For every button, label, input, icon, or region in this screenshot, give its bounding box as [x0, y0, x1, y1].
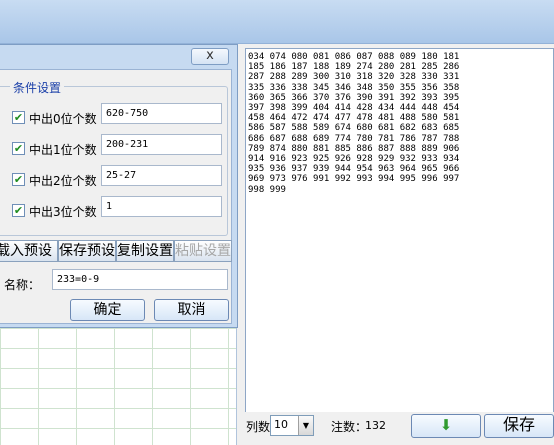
bottom-bar: 列数 10 ▼ 注数： 132 ⬇ 保存: [240, 412, 554, 445]
load-preset-button[interactable]: 载入预设: [0, 240, 58, 262]
condition-3-label: 中出3位个数: [29, 205, 97, 219]
condition-dialog: x 条件设置 ✔ 中出0位个数 620-750 ✔ 中出1位个数 200-231…: [0, 44, 238, 328]
condition-1-checkbox[interactable]: ✔: [12, 142, 25, 155]
name-label: 名称：: [4, 278, 41, 292]
ok-button[interactable]: 确定: [70, 299, 145, 321]
name-input[interactable]: 233=0-9: [52, 269, 228, 290]
download-button[interactable]: ⬇: [411, 414, 481, 438]
columns-select[interactable]: 10 ▼: [270, 415, 314, 436]
save-button[interactable]: 保存: [484, 414, 554, 438]
count-label: 注数：: [331, 420, 368, 434]
count-value: 132: [365, 419, 386, 432]
condition-2-input[interactable]: 25-27: [101, 165, 222, 186]
copy-settings-button[interactable]: 复制设置: [116, 240, 174, 262]
condition-0-label: 中出0位个数: [29, 112, 97, 126]
condition-0-checkbox[interactable]: ✔: [12, 111, 25, 124]
result-text: 034 074 080 081 086 087 088 089 180 181 …: [248, 52, 460, 195]
condition-2-checkbox[interactable]: ✔: [12, 173, 25, 186]
cancel-button[interactable]: 取消: [154, 299, 229, 321]
columns-value: 10: [274, 418, 288, 431]
condition-2-label: 中出2位个数: [29, 174, 97, 188]
dialog-body: 条件设置 ✔ 中出0位个数 620-750 ✔ 中出1位个数 200-231 ✔…: [0, 69, 232, 324]
result-textarea[interactable]: 034 074 080 081 086 087 088 089 180 181 …: [245, 48, 554, 414]
group-title: 条件设置: [10, 79, 65, 96]
condition-3-input[interactable]: 1: [101, 196, 222, 217]
columns-label: 列数: [246, 420, 271, 434]
window-title-bar: [0, 0, 554, 44]
save-preset-button[interactable]: 保存预设: [58, 240, 116, 262]
paste-settings-button: 粘贴设置: [174, 240, 232, 262]
condition-0-input[interactable]: 620-750: [101, 103, 222, 124]
arrow-down-icon: ⬇: [439, 416, 453, 434]
close-button[interactable]: x: [191, 48, 229, 65]
condition-1-input[interactable]: 200-231: [101, 134, 222, 155]
condition-3-checkbox[interactable]: ✔: [12, 204, 25, 217]
chevron-down-icon[interactable]: ▼: [298, 416, 313, 435]
condition-1-label: 中出1位个数: [29, 143, 97, 157]
background-grid: [0, 328, 237, 445]
